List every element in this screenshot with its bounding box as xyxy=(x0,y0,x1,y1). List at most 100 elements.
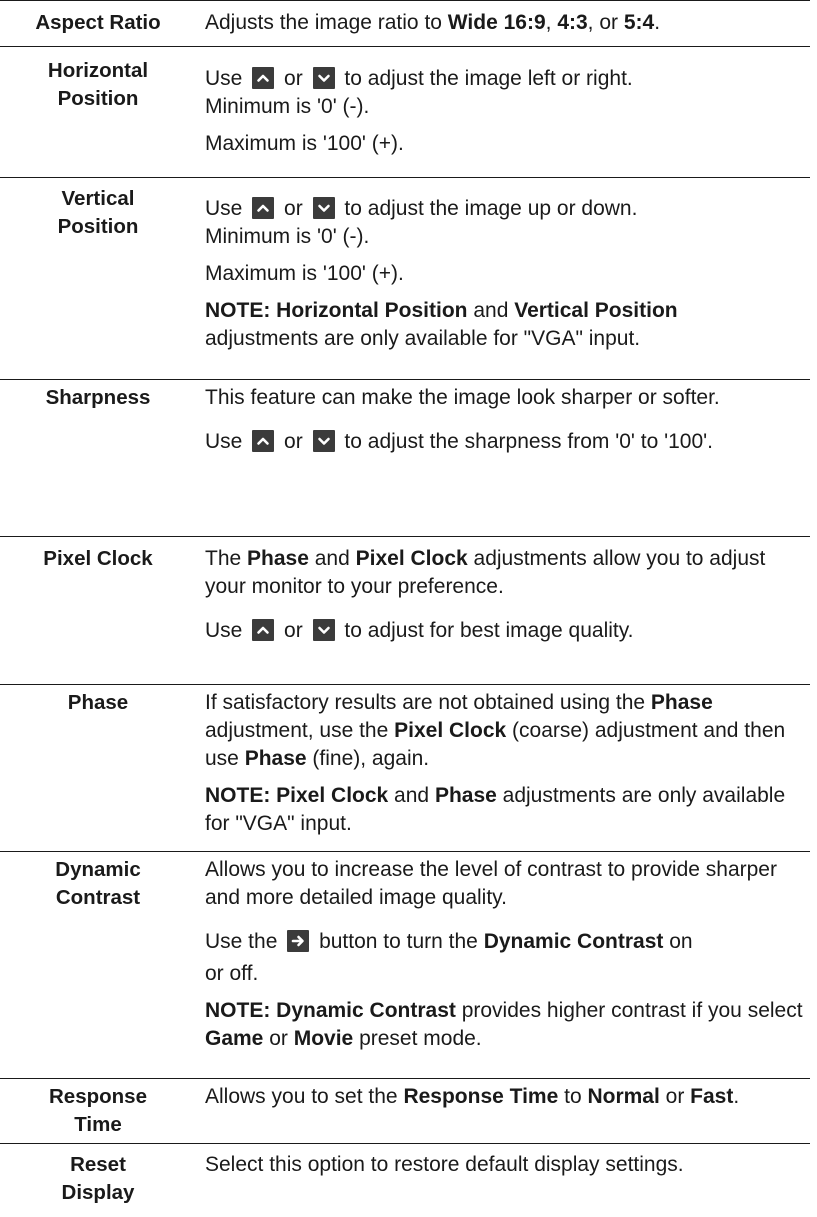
bold-text: 4:3 xyxy=(557,11,588,34)
setting-label: Phase xyxy=(67,691,129,714)
row-horizontal-position: Horizontal Position Use or to adjust the… xyxy=(0,45,810,178)
text: and xyxy=(467,299,515,322)
text: to adjust the image up or down. xyxy=(344,197,638,220)
text: or xyxy=(284,619,303,642)
row-reset-display: Reset Display Select this option to rest… xyxy=(0,1143,810,1215)
bold-text: Vertical Position xyxy=(514,299,678,322)
label-line: Display xyxy=(61,1181,135,1204)
label-line: Position xyxy=(57,87,139,110)
row-dynamic-contrast: Dynamic Contrast Allows you to increase … xyxy=(0,851,810,1079)
text: Use xyxy=(205,197,243,220)
text: Use the xyxy=(205,930,278,953)
bold-text: NOTE: Dynamic Contrast xyxy=(205,999,456,1022)
description-text: Allows you to increase the level of cont… xyxy=(205,858,777,909)
row-vertical-position: Vertical Position Use or to adjust the i… xyxy=(0,177,810,380)
up-button-icon xyxy=(252,197,275,219)
down-button-icon xyxy=(312,67,335,89)
setting-description: Allows you to set the Response Time to N… xyxy=(205,1083,805,1111)
label-line: Dynamic xyxy=(55,858,141,881)
note-text: NOTE: Pixel Clock and Phase adjustments … xyxy=(205,782,805,838)
setting-label: Pixel Clock xyxy=(43,547,153,570)
text: . xyxy=(654,11,661,34)
bold-text: Pixel Clock xyxy=(394,719,507,742)
text: (fine), again. xyxy=(306,747,430,770)
text: The xyxy=(205,547,248,570)
max-value-text: Maximum is '100' (+). xyxy=(205,262,404,285)
description-text: Select this option to restore default di… xyxy=(205,1153,684,1176)
text: or xyxy=(263,1027,294,1050)
text: Use xyxy=(205,430,243,453)
setting-label: Dynamic Contrast xyxy=(0,856,196,912)
min-value-text: Minimum is '0' (-). xyxy=(205,95,370,118)
bold-text: Response Time xyxy=(403,1085,559,1108)
bold-text: Normal xyxy=(587,1085,660,1108)
text: to adjust for best image quality. xyxy=(344,619,634,642)
setting-label: Horizontal Position xyxy=(0,57,196,113)
down-button-icon xyxy=(312,430,335,452)
up-button-icon xyxy=(252,619,275,641)
bold-text: Phase xyxy=(434,784,497,807)
row-response-time: Response Time Allows you to set the Resp… xyxy=(0,1078,810,1144)
settings-table: Aspect Ratio Adjusts the image ratio to … xyxy=(0,0,817,1217)
text: , or xyxy=(587,11,624,34)
bold-text: Pixel Clock xyxy=(355,547,468,570)
down-button-icon xyxy=(312,619,335,641)
note-text: NOTE: Dynamic Contrast provides higher c… xyxy=(205,997,805,1053)
text: preset mode. xyxy=(353,1027,482,1050)
label-line: Time xyxy=(74,1113,122,1136)
bold-text: Fast xyxy=(690,1085,734,1108)
description-text: This feature can make the image look sha… xyxy=(205,386,720,409)
text: or xyxy=(284,197,303,220)
text: button to turn the xyxy=(319,930,484,953)
text: or xyxy=(284,67,303,90)
max-value-text: Maximum is '100' (+). xyxy=(205,132,404,155)
text: to xyxy=(558,1085,588,1108)
bold-text: NOTE: Horizontal Position xyxy=(205,299,468,322)
text: Use xyxy=(205,619,243,642)
label-line: Horizontal xyxy=(47,59,149,82)
label-line: Response xyxy=(49,1085,147,1108)
bold-text: Phase xyxy=(244,747,307,770)
text: to adjust the sharpness from '0' to '100… xyxy=(344,430,713,453)
down-button-icon xyxy=(312,197,335,219)
bold-text: Phase xyxy=(650,691,713,714)
text: Use xyxy=(205,67,243,90)
text: adjustment, use the xyxy=(205,719,395,742)
row-phase: Phase If satisfactory results are not ob… xyxy=(0,684,810,852)
text: provides higher contrast if you select xyxy=(455,999,803,1022)
setting-description: Select this option to restore default di… xyxy=(205,1151,805,1179)
min-value-text: Minimum is '0' (-). xyxy=(205,225,370,248)
up-button-icon xyxy=(252,67,275,89)
text: If satisfactory results are not obtained… xyxy=(205,691,651,714)
text: to adjust the image left or right. xyxy=(344,67,633,90)
setting-description: If satisfactory results are not obtained… xyxy=(205,689,805,838)
bold-text: Game xyxy=(205,1027,264,1050)
text: and xyxy=(388,784,435,807)
text: on xyxy=(663,930,693,953)
setting-label: Response Time xyxy=(0,1083,196,1139)
bold-text: Dynamic Contrast xyxy=(483,930,664,953)
setting-label: Reset Display xyxy=(0,1151,196,1207)
text: and xyxy=(308,547,356,570)
setting-description: Allows you to increase the level of cont… xyxy=(205,856,805,1053)
label-line: Reset xyxy=(70,1153,126,1176)
row-aspect-ratio: Aspect Ratio Adjusts the image ratio to … xyxy=(0,0,810,47)
label-line: Vertical xyxy=(61,187,135,210)
note-text: NOTE: Horizontal Position and Vertical P… xyxy=(205,297,805,353)
right-arrow-button-icon xyxy=(287,930,310,952)
setting-description: The Phase and Pixel Clock adjustments al… xyxy=(205,545,805,645)
text: or xyxy=(659,1085,691,1108)
text: adjustments are only available for "VGA"… xyxy=(205,327,641,350)
bold-text: NOTE: Pixel Clock xyxy=(205,784,389,807)
text: or xyxy=(284,430,303,453)
label-line: Position xyxy=(57,215,139,238)
up-button-icon xyxy=(252,430,275,452)
bold-text: Wide 16:9 xyxy=(447,11,546,34)
text: or off. xyxy=(205,962,259,985)
text: Adjusts the image ratio to xyxy=(205,11,448,34)
text: , xyxy=(545,11,558,34)
setting-label: Vertical Position xyxy=(0,185,196,241)
text: Allows you to set the xyxy=(205,1085,404,1108)
row-sharpness: Sharpness This feature can make the imag… xyxy=(0,379,810,537)
setting-description: Adjusts the image ratio to Wide 16:9, 4:… xyxy=(205,9,805,37)
